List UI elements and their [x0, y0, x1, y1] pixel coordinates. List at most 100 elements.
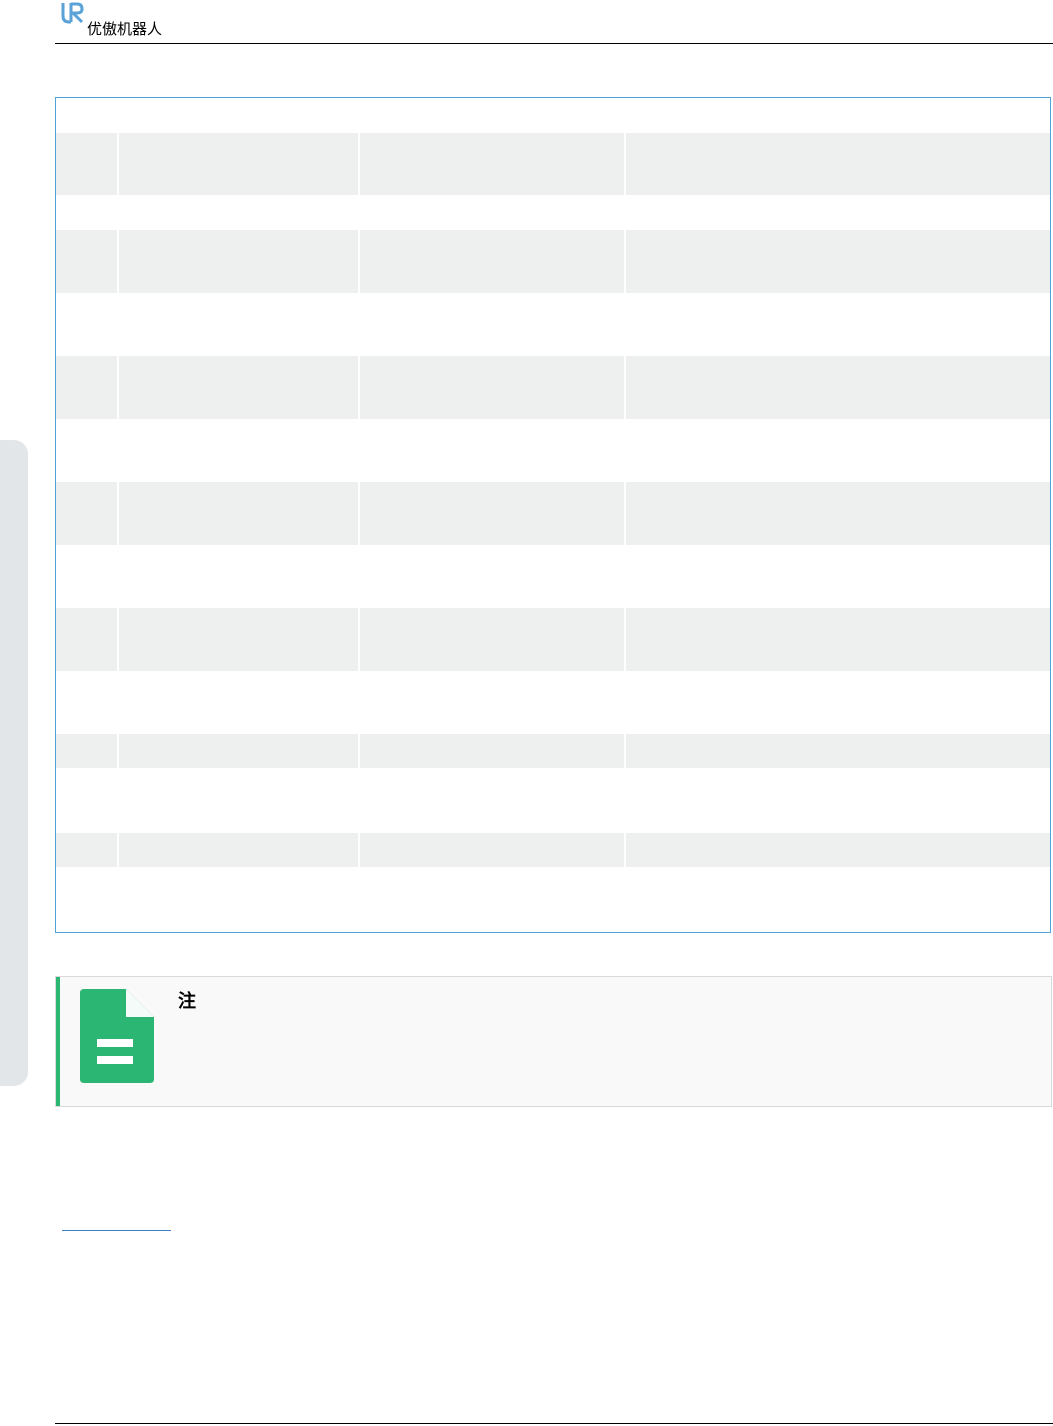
- footer-divider: [55, 1423, 1053, 1424]
- table-cell: [56, 833, 117, 867]
- table-cell: [626, 230, 1050, 293]
- note-accent-bar: [56, 977, 60, 1106]
- table-row: [56, 419, 1050, 482]
- table-cell: [119, 671, 357, 734]
- table-cell: [360, 133, 624, 195]
- column-separator: [117, 230, 119, 293]
- brand-name: 优傲机器人: [87, 20, 163, 38]
- column-separator: [624, 133, 626, 195]
- table-cell: [119, 833, 357, 867]
- table-row: [56, 768, 1050, 833]
- column-separator: [358, 230, 360, 293]
- table-cell: [56, 356, 117, 419]
- table-cell: [626, 768, 1050, 833]
- table-row: [56, 867, 1050, 930]
- column-separator: [358, 356, 360, 419]
- table-cell: [360, 608, 624, 671]
- column-separator: [624, 833, 626, 867]
- table-cell: [119, 768, 357, 833]
- column-separator: [624, 230, 626, 293]
- column-separator: [117, 833, 119, 867]
- table-row: [56, 833, 1050, 867]
- table-row: [56, 133, 1050, 195]
- note-title: 注: [178, 991, 196, 1012]
- column-separator: [117, 734, 119, 768]
- table-cell: [56, 293, 117, 356]
- column-separator: [117, 133, 119, 195]
- column-separator: [624, 734, 626, 768]
- table-cell: [56, 867, 117, 930]
- table-cell: [56, 734, 117, 768]
- table-cell: [56, 419, 117, 482]
- table-cell: [360, 195, 624, 230]
- table-row: [56, 195, 1050, 230]
- side-scrollbar[interactable]: [0, 440, 28, 1086]
- table-cell: [626, 833, 1050, 867]
- document-icon: [80, 989, 154, 1083]
- column-separator: [358, 833, 360, 867]
- table-cell: [56, 230, 117, 293]
- table-row: [56, 482, 1050, 545]
- table-cell: [119, 419, 357, 482]
- table-cell: [56, 98, 117, 133]
- column-separator: [117, 608, 119, 671]
- hyperlink[interactable]: [62, 1230, 171, 1231]
- table-cell: [360, 768, 624, 833]
- table-cell: [56, 133, 117, 195]
- table-cell: [360, 230, 624, 293]
- table-cell: [360, 734, 624, 768]
- table-row: [56, 545, 1050, 608]
- table-cell: [119, 734, 357, 768]
- table-cell: [119, 867, 357, 930]
- table-cell: [626, 356, 1050, 419]
- table-cell: [626, 195, 1050, 230]
- table-cell: [119, 608, 357, 671]
- table-cell: [56, 482, 117, 545]
- column-separator: [117, 482, 119, 545]
- table-cell: [626, 133, 1050, 195]
- table-cell: [626, 608, 1050, 671]
- table-cell: [56, 768, 117, 833]
- column-separator: [358, 734, 360, 768]
- table-cell: [360, 867, 624, 930]
- table-row: [56, 734, 1050, 768]
- column-separator: [624, 608, 626, 671]
- data-table: [55, 97, 1051, 933]
- table-cell: [119, 230, 357, 293]
- table-cell: [626, 293, 1050, 356]
- note-box: 注: [55, 976, 1052, 1107]
- table-cell: [360, 545, 624, 608]
- table-cell: [626, 671, 1050, 734]
- column-separator: [624, 356, 626, 419]
- ur-logo-icon: [61, 2, 84, 24]
- table-row: [56, 293, 1050, 356]
- table-row: [56, 98, 1050, 133]
- table-cell: [626, 482, 1050, 545]
- table-cell: [360, 98, 624, 133]
- table-cell: [119, 356, 357, 419]
- table-cell: [360, 356, 624, 419]
- table-cell: [56, 195, 117, 230]
- table-cell: [56, 608, 117, 671]
- table-cell: [119, 98, 357, 133]
- column-separator: [117, 356, 119, 419]
- table-row: [56, 671, 1050, 734]
- table-cell: [360, 833, 624, 867]
- table-cell: [119, 293, 357, 356]
- table-cell: [56, 671, 117, 734]
- table-row: [56, 608, 1050, 671]
- table-cell: [119, 195, 357, 230]
- page-header: 优傲机器人: [0, 0, 1053, 44]
- table-cell: [360, 482, 624, 545]
- table-row: [56, 356, 1050, 419]
- table-cell: [119, 482, 357, 545]
- table-cell: [360, 293, 624, 356]
- table-row: [56, 230, 1050, 293]
- table-cell: [119, 545, 357, 608]
- table-cell: [626, 867, 1050, 930]
- table-cell: [360, 671, 624, 734]
- table-cell: [56, 545, 117, 608]
- column-separator: [624, 482, 626, 545]
- table-cell: [119, 133, 357, 195]
- column-separator: [358, 608, 360, 671]
